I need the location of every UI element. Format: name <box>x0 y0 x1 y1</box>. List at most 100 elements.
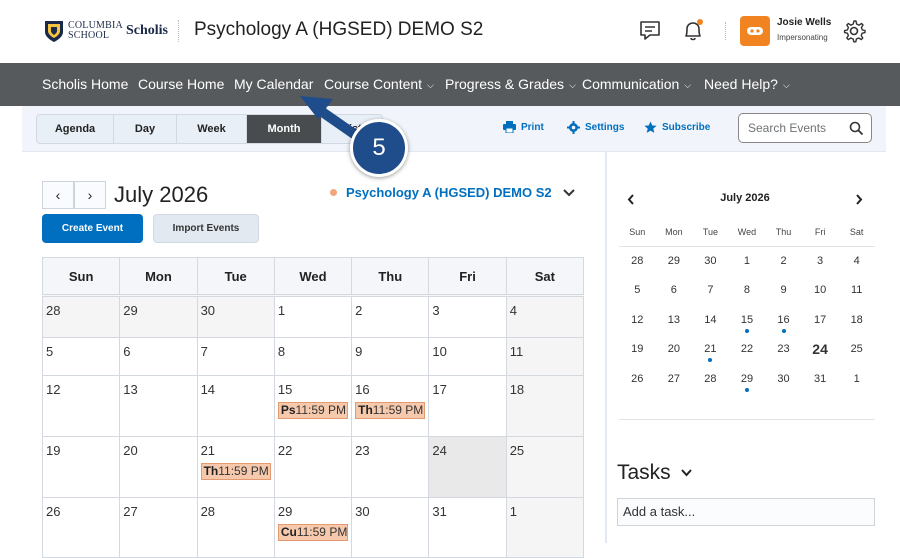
mini-day[interactable]: 20 <box>656 335 693 365</box>
day-cell[interactable]: 1 <box>505 497 585 558</box>
mini-day[interactable]: 25 <box>838 335 875 365</box>
mini-day[interactable]: 23 <box>765 335 802 365</box>
mini-day[interactable]: 24 <box>802 335 839 365</box>
day-cell[interactable]: 25 <box>505 436 585 498</box>
day-cell[interactable]: 15 Ps11:59 PM <box>273 375 353 437</box>
day-cell[interactable]: 19 <box>41 436 121 498</box>
import-events-button[interactable]: Import Events <box>153 214 259 243</box>
add-task-input[interactable] <box>623 504 863 519</box>
day-cell[interactable]: 5 <box>41 337 121 376</box>
settings-button[interactable]: Settings <box>567 121 624 134</box>
chevron-down-icon[interactable] <box>563 189 575 197</box>
day-cell[interactable]: 24 <box>428 436 507 498</box>
calendar-event[interactable]: Th11:59 PM <box>355 402 426 419</box>
mini-day[interactable]: 5 <box>619 276 656 306</box>
course-filter[interactable]: Psychology A (HGSED) DEMO S2 <box>330 185 552 200</box>
mini-day[interactable]: 1 <box>838 364 875 394</box>
day-cell[interactable]: 3 <box>428 295 507 338</box>
day-cell[interactable]: 12 <box>41 375 121 437</box>
mini-day[interactable]: 14 <box>692 305 729 335</box>
calendar-event[interactable]: Ps11:59 PM <box>277 402 348 419</box>
day-cell[interactable]: 16 Th11:59 PM <box>351 375 430 437</box>
day-cell[interactable]: 29 Cu11:59 PM <box>273 497 353 558</box>
mini-day[interactable]: 28 <box>692 364 729 394</box>
mini-day[interactable]: 9 <box>765 276 802 306</box>
mini-day[interactable]: 16 <box>765 305 802 335</box>
day-cell[interactable]: 8 <box>273 337 353 376</box>
nav-progress-grades[interactable]: Progress & Grades ⌵ <box>445 76 576 92</box>
nav-need-help[interactable]: Need Help? ⌵ <box>704 76 790 92</box>
mini-day[interactable]: 8 <box>729 276 766 306</box>
tab-month[interactable]: Month <box>247 115 322 143</box>
day-cell[interactable]: 6 <box>119 337 198 376</box>
day-cell[interactable]: 18 <box>505 375 585 437</box>
day-cell[interactable]: 10 <box>428 337 507 376</box>
day-cell[interactable]: 28 <box>41 295 121 338</box>
mini-day[interactable]: 2 <box>765 246 802 276</box>
mini-day[interactable]: 4 <box>838 246 875 276</box>
day-cell[interactable]: 7 <box>196 337 275 376</box>
day-cell[interactable]: 23 <box>351 436 430 498</box>
day-cell[interactable]: 4 <box>505 295 585 338</box>
mini-prev-button[interactable] <box>627 192 635 208</box>
mini-day[interactable]: 30 <box>765 364 802 394</box>
course-title[interactable]: Psychology A (HGSED) DEMO S2 <box>194 19 483 41</box>
mini-next-button[interactable] <box>855 192 863 208</box>
mini-day[interactable]: 12 <box>619 305 656 335</box>
subscribe-button[interactable]: Subscribe <box>644 121 710 134</box>
nav-course-home[interactable]: Course Home <box>138 76 224 92</box>
bell-icon[interactable] <box>680 18 706 44</box>
nav-course-content[interactable]: Course Content ⌵ <box>324 76 434 92</box>
day-cell[interactable]: 31 <box>428 497 507 558</box>
mini-day[interactable]: 21 <box>692 335 729 365</box>
day-cell[interactable]: 27 <box>119 497 198 558</box>
mini-day[interactable]: 27 <box>656 364 693 394</box>
nav-my-calendar[interactable]: My Calendar <box>234 76 313 92</box>
prev-month-button[interactable]: ‹ <box>42 181 74 209</box>
calendar-event[interactable]: Th11:59 PM <box>200 463 271 480</box>
next-month-button[interactable]: › <box>74 181 106 209</box>
mini-day[interactable]: 31 <box>802 364 839 394</box>
day-cell[interactable]: 13 <box>119 375 198 437</box>
day-cell[interactable]: 1 <box>273 295 353 338</box>
mini-day[interactable]: 22 <box>729 335 766 365</box>
gear-icon[interactable] <box>841 18 867 44</box>
mini-day[interactable]: 18 <box>838 305 875 335</box>
search-icon[interactable] <box>849 121 864 136</box>
search-input[interactable] <box>748 121 848 135</box>
mini-day[interactable]: 13 <box>656 305 693 335</box>
calendar-event[interactable]: Cu11:59 PM <box>277 524 348 541</box>
nav-communication[interactable]: Communication ⌵ <box>582 76 691 92</box>
mini-day[interactable]: 26 <box>619 364 656 394</box>
tab-agenda[interactable]: Agenda <box>37 115 114 143</box>
mini-day[interactable]: 7 <box>692 276 729 306</box>
mini-day[interactable]: 11 <box>838 276 875 306</box>
mini-day[interactable]: 29 <box>729 364 766 394</box>
day-cell[interactable]: 28 <box>196 497 275 558</box>
day-cell[interactable]: 22 <box>273 436 353 498</box>
day-cell[interactable]: 11 <box>505 337 585 376</box>
day-cell[interactable]: 21 Th11:59 PM <box>196 436 275 498</box>
mini-day[interactable]: 10 <box>802 276 839 306</box>
tab-week[interactable]: Week <box>177 115 247 143</box>
tasks-heading[interactable]: Tasks <box>617 461 692 485</box>
school-logo[interactable]: COLUMBIA SCHOOL Scholis <box>43 18 168 44</box>
mini-day[interactable]: 29 <box>656 246 693 276</box>
mini-day[interactable]: 28 <box>619 246 656 276</box>
mini-day[interactable]: 3 <box>802 246 839 276</box>
chat-icon[interactable] <box>637 18 663 44</box>
day-cell[interactable]: 17 <box>428 375 507 437</box>
mini-day[interactable]: 6 <box>656 276 693 306</box>
create-event-button[interactable]: Create Event <box>42 214 143 243</box>
day-cell[interactable]: 14 <box>196 375 275 437</box>
mini-day[interactable]: 1 <box>729 246 766 276</box>
day-cell[interactable]: 9 <box>351 337 430 376</box>
mini-day[interactable]: 17 <box>802 305 839 335</box>
day-cell[interactable]: 30 <box>351 497 430 558</box>
user-name[interactable]: Josie Wells <box>777 17 831 28</box>
day-cell[interactable]: 26 <box>41 497 121 558</box>
tab-day[interactable]: Day <box>114 115 177 143</box>
avatar[interactable] <box>740 16 770 46</box>
day-cell[interactable]: 2 <box>351 295 430 338</box>
mini-day[interactable]: 30 <box>692 246 729 276</box>
